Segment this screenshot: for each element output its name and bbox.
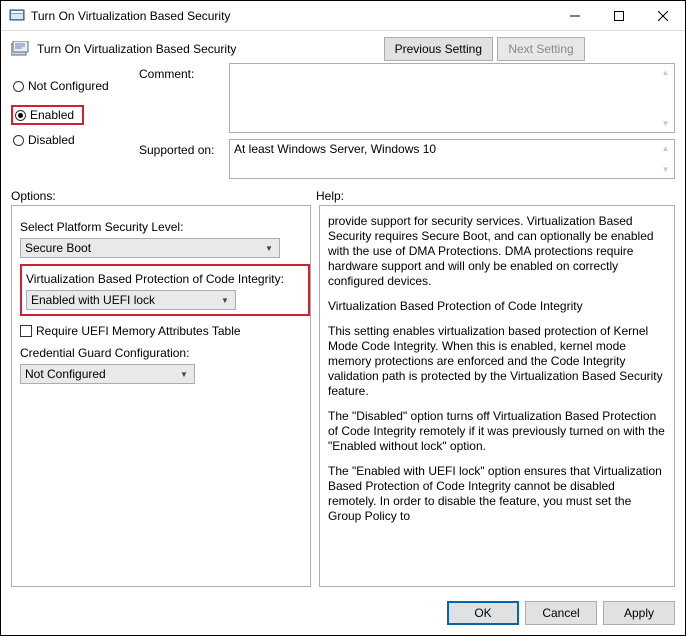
apply-button[interactable]: Apply xyxy=(603,601,675,625)
help-label: Help: xyxy=(316,189,344,203)
previous-setting-button[interactable]: Previous Setting xyxy=(384,37,493,61)
panel-labels: Options: Help: xyxy=(1,183,685,205)
platform-dropdown[interactable]: Secure Boot ▼ xyxy=(20,238,280,258)
radio-label: Enabled xyxy=(30,108,74,122)
vbp-dropdown[interactable]: Enabled with UEFI lock ▼ xyxy=(26,290,236,310)
scrollbar[interactable]: ▲▼ xyxy=(657,64,674,132)
checkbox-label: Require UEFI Memory Attributes Table xyxy=(36,324,241,338)
minimize-button[interactable] xyxy=(553,2,597,30)
options-panel: Select Platform Security Level: Secure B… xyxy=(11,205,311,587)
next-setting-button: Next Setting xyxy=(497,37,585,61)
radio-enabled[interactable]: Enabled xyxy=(11,105,84,125)
comment-label: Comment: xyxy=(139,63,223,133)
platform-value: Secure Boot xyxy=(25,241,91,255)
radio-label: Disabled xyxy=(28,133,75,147)
titlebar: Turn On Virtualization Based Security xyxy=(1,1,685,31)
supported-on-label: Supported on: xyxy=(139,139,223,179)
policy-icon xyxy=(11,41,29,57)
comment-row: Comment: ▲▼ xyxy=(139,63,675,133)
upper-area: Not Configured Enabled Disabled Comment:… xyxy=(1,61,685,183)
supported-on-box: At least Windows Server, Windows 10 ▲▼ xyxy=(229,139,675,179)
credguard-label: Credential Guard Configuration: xyxy=(20,346,302,360)
supported-on-row: Supported on: At least Windows Server, W… xyxy=(139,139,675,179)
state-radios: Not Configured Enabled Disabled xyxy=(11,63,131,179)
radio-icon xyxy=(13,135,24,146)
window-title: Turn On Virtualization Based Security xyxy=(31,9,553,23)
dialog-footer: OK Cancel Apply xyxy=(1,593,685,635)
field-column: Comment: ▲▼ Supported on: At least Windo… xyxy=(139,63,675,179)
app-icon xyxy=(9,8,25,24)
ok-button[interactable]: OK xyxy=(447,601,519,625)
gpo-dialog-window: Turn On Virtualization Based Security Tu… xyxy=(0,0,686,636)
radio-disabled[interactable]: Disabled xyxy=(11,133,131,147)
supported-on-value: At least Windows Server, Windows 10 xyxy=(234,142,436,156)
radio-icon xyxy=(13,81,24,92)
chevron-down-icon: ▼ xyxy=(261,239,277,257)
radio-not-configured[interactable]: Not Configured xyxy=(11,79,131,93)
close-button[interactable] xyxy=(641,2,685,30)
cancel-button[interactable]: Cancel xyxy=(525,601,597,625)
help-text: The "Disabled" option turns off Virtuali… xyxy=(328,409,666,454)
credguard-dropdown[interactable]: Not Configured ▼ xyxy=(20,364,195,384)
credguard-value: Not Configured xyxy=(25,367,106,381)
scrollbar: ▲▼ xyxy=(657,140,674,178)
help-text: Virtualization Based Protection of Code … xyxy=(328,299,666,314)
checkbox-icon xyxy=(20,325,32,337)
chevron-down-icon: ▼ xyxy=(176,365,192,383)
radio-icon xyxy=(15,110,26,121)
panels: Select Platform Security Level: Secure B… xyxy=(1,205,685,593)
platform-label: Select Platform Security Level: xyxy=(20,220,302,234)
chevron-down-icon: ▼ xyxy=(217,291,233,309)
require-uefi-mat-checkbox[interactable]: Require UEFI Memory Attributes Table xyxy=(20,324,302,338)
options-label: Options: xyxy=(11,189,316,203)
help-text: This setting enables virtualization base… xyxy=(328,324,666,399)
policy-header: Turn On Virtualization Based Security Pr… xyxy=(1,31,685,61)
window-controls xyxy=(553,2,685,30)
vbp-label: Virtualization Based Protection of Code … xyxy=(26,272,304,286)
maximize-button[interactable] xyxy=(597,2,641,30)
policy-title: Turn On Virtualization Based Security xyxy=(37,42,236,56)
vbp-highlight-box: Virtualization Based Protection of Code … xyxy=(20,264,310,316)
comment-input[interactable]: ▲▼ xyxy=(229,63,675,133)
vbp-value: Enabled with UEFI lock xyxy=(31,293,155,307)
help-text: provide support for security services. V… xyxy=(328,214,666,289)
help-text: The "Enabled with UEFI lock" option ensu… xyxy=(328,464,666,524)
radio-label: Not Configured xyxy=(28,79,109,93)
help-panel[interactable]: provide support for security services. V… xyxy=(319,205,675,587)
